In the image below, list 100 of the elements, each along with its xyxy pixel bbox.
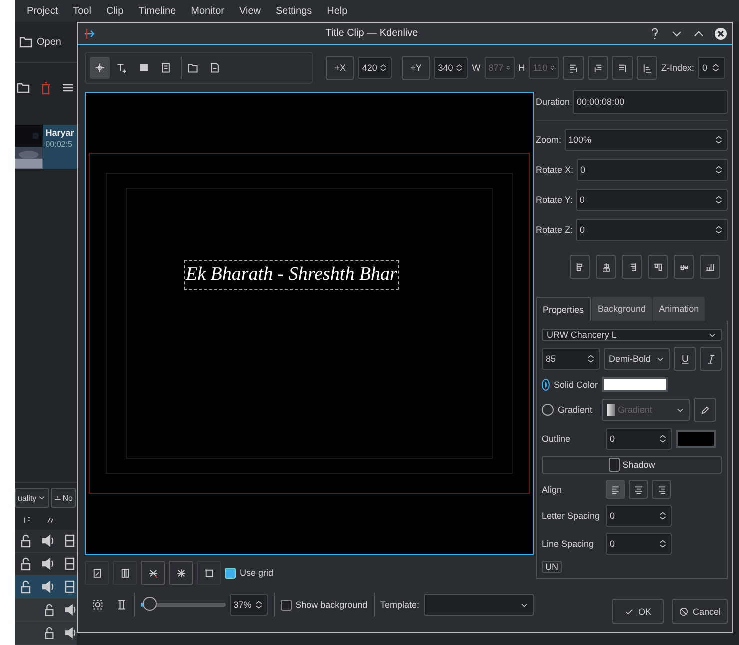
- weight-dropdown[interactable]: Demi-Bold: [604, 348, 670, 370]
- canvas-tool-button[interactable]: [197, 561, 221, 585]
- align-button[interactable]: [648, 255, 668, 279]
- quality-dropdown[interactable]: uality: [15, 488, 49, 508]
- bin-item[interactable]: Haryar 00:02:5: [15, 125, 77, 169]
- tab[interactable]: Animation: [653, 297, 706, 321]
- align-button[interactable]: [700, 255, 720, 279]
- columns-icon: [120, 568, 130, 578]
- film-icon[interactable]: [63, 580, 77, 594]
- menu-item[interactable]: Timeline: [138, 6, 176, 16]
- canvas-tool-button[interactable]: [141, 561, 165, 585]
- x-field[interactable]: 420: [358, 57, 392, 79]
- open-button[interactable]: Open: [19, 35, 62, 49]
- ok-button[interactable]: OK: [612, 599, 664, 624]
- title-text[interactable]: Ek Bharath - Shreshth Bhar: [184, 260, 400, 290]
- speaker-icon[interactable]: [64, 603, 77, 617]
- overlay-button[interactable]: No: [50, 488, 76, 508]
- track-header[interactable]: [15, 599, 77, 622]
- spacing-label: Letter Spacing: [542, 511, 602, 521]
- spacing-label: Line Spacing: [542, 539, 596, 549]
- tab[interactable]: Properties: [536, 297, 592, 321]
- menu-item[interactable]: Tool: [73, 6, 92, 16]
- sort-icon[interactable]: [23, 516, 32, 524]
- layer-button[interactable]: [636, 56, 658, 80]
- text-align-button[interactable]: [652, 480, 671, 499]
- y-button[interactable]: +Y: [402, 56, 430, 80]
- un-button[interactable]: UN: [542, 561, 562, 573]
- menu-item[interactable]: Project: [27, 6, 58, 16]
- app-icon[interactable]: [82, 26, 96, 40]
- cancel-button[interactable]: Cancel: [672, 599, 728, 624]
- track-header[interactable]: [15, 553, 77, 576]
- film-icon[interactable]: [63, 534, 77, 548]
- save-document-icon[interactable]: [209, 62, 221, 74]
- layer-button[interactable]: [612, 56, 633, 80]
- canvas-tool-button[interactable]: [113, 561, 137, 585]
- zoom-fit-icon[interactable]: [92, 598, 104, 612]
- shadow-checkbox[interactable]: Shadow: [542, 456, 722, 474]
- trash-icon[interactable]: [39, 81, 53, 95]
- fill-radio[interactable]: Gradient: [542, 404, 598, 416]
- canvas-tool-button[interactable]: [85, 561, 109, 585]
- speaker-icon[interactable]: [41, 557, 55, 571]
- lock-icon[interactable]: [19, 580, 33, 594]
- folder-icon[interactable]: [19, 35, 33, 49]
- y-field[interactable]: 340: [434, 57, 468, 79]
- value-field[interactable]: 100%: [564, 129, 728, 151]
- zoom-original-icon[interactable]: [116, 598, 128, 612]
- text-align-button[interactable]: [606, 480, 625, 499]
- menu-item[interactable]: View: [240, 6, 261, 16]
- align-button[interactable]: [596, 255, 616, 279]
- title-canvas[interactable]: Ek Bharath - Shreshth Bhar: [85, 92, 534, 555]
- lock-icon[interactable]: [19, 534, 33, 548]
- outline-field[interactable]: 0: [606, 428, 672, 450]
- layer-button[interactable]: [588, 56, 608, 80]
- align-button[interactable]: [570, 255, 590, 279]
- track-header[interactable]: [15, 576, 77, 599]
- lock-icon[interactable]: [19, 557, 33, 571]
- value-field[interactable]: 0: [576, 189, 728, 211]
- film-icon[interactable]: [63, 557, 77, 571]
- track-header[interactable]: [15, 530, 77, 553]
- fill-radio[interactable]: Solid Color: [542, 378, 598, 390]
- outline-color-swatch[interactable]: [676, 430, 716, 448]
- layer-order-icon: [617, 62, 628, 74]
- italic-button[interactable]: [700, 347, 722, 371]
- canvas-tool-button[interactable]: [169, 561, 193, 585]
- zoom-slider[interactable]: [140, 597, 226, 613]
- size-field[interactable]: 85: [542, 348, 600, 370]
- tab[interactable]: Background: [592, 297, 652, 321]
- duration-field[interactable]: 00:00:08:00: [573, 90, 728, 114]
- close-icon[interactable]: [714, 26, 728, 40]
- speaker-icon[interactable]: [41, 534, 55, 548]
- edit-gradient-button[interactable]: [694, 398, 716, 422]
- lock-icon[interactable]: [43, 603, 56, 617]
- menu-item[interactable]: Settings: [276, 6, 312, 16]
- spacing-field[interactable]: 0: [606, 505, 672, 527]
- menu-item[interactable]: Help: [327, 6, 348, 16]
- align-button[interactable]: [674, 255, 694, 279]
- zoom-field[interactable]: 37%: [230, 594, 268, 616]
- align-button[interactable]: [622, 255, 642, 279]
- value-field[interactable]: 0: [576, 159, 728, 181]
- sort-icon[interactable]: [46, 516, 55, 524]
- layer-button[interactable]: [563, 56, 584, 80]
- use-grid-checkbox[interactable]: Use grid: [225, 568, 274, 578]
- menu-item[interactable]: Clip: [106, 6, 124, 16]
- x-button[interactable]: +X: [326, 56, 354, 80]
- lock-icon[interactable]: [43, 626, 56, 640]
- underline-button[interactable]: [674, 347, 696, 371]
- speaker-icon[interactable]: [64, 626, 77, 640]
- spacing-field[interactable]: 0: [606, 533, 672, 555]
- speaker-icon[interactable]: [41, 580, 55, 594]
- menu-item[interactable]: Monitor: [191, 6, 224, 16]
- z-index-field[interactable]: 0: [698, 57, 726, 79]
- add-folder-icon[interactable]: [17, 81, 31, 95]
- value-field[interactable]: 0: [576, 219, 728, 241]
- track-header[interactable]: [15, 622, 77, 645]
- open-document-icon[interactable]: [187, 62, 199, 74]
- tool-button[interactable]: [90, 57, 110, 79]
- color-swatch[interactable]: [602, 377, 668, 392]
- text-align-button[interactable]: [629, 480, 648, 499]
- font-dropdown[interactable]: URW Chancery L: [542, 329, 722, 341]
- show-background-checkbox[interactable]: Show background: [280, 600, 368, 610]
